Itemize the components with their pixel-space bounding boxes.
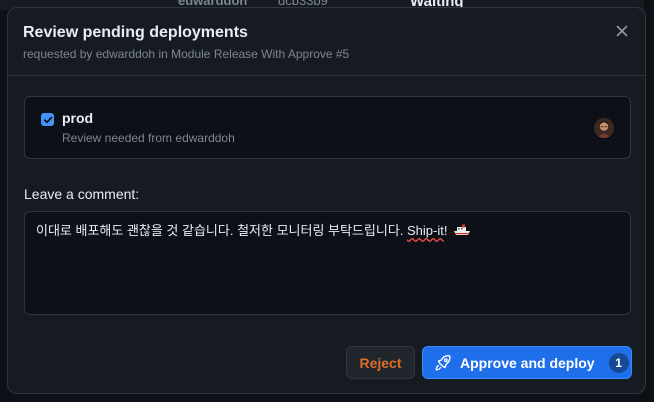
approve-and-deploy-button[interactable]: Approve and deploy 1 [422, 346, 632, 379]
ship-icon [453, 222, 471, 235]
comment-text-end: ! [443, 223, 452, 238]
dialog-header: Review pending deployments requested by … [8, 8, 645, 76]
comment-label: Leave a comment: [24, 186, 140, 202]
environment-card: prod Review needed from edwarddoh [24, 96, 631, 159]
approve-label: Approve and deploy [460, 354, 595, 371]
close-icon [616, 25, 628, 37]
comment-text-misspelled: Ship-it [407, 223, 444, 238]
comment-text-main: 이대로 배포해도 괜찮을 것 같습니다. 철저한 모니터링 부탁드립니다. [36, 223, 407, 238]
avatar [594, 118, 614, 138]
workflow-name: Module Release With Approve #5 [171, 47, 350, 61]
rocket-icon [434, 354, 452, 372]
review-deployments-dialog: Review pending deployments requested by … [7, 7, 646, 394]
close-button[interactable] [613, 22, 631, 40]
environment-name: prod [62, 110, 94, 126]
reject-button[interactable]: Reject [346, 346, 415, 379]
subtitle-mid: in [155, 47, 172, 61]
approve-count-badge: 1 [608, 352, 629, 373]
dialog-title: Review pending deployments [23, 24, 248, 41]
environment-review-text: Review needed from edwarddoh [62, 131, 235, 145]
dialog-subtitle: requested by edwarddoh in Module Release… [23, 46, 630, 62]
environment-checkbox[interactable] [41, 113, 54, 126]
comment-textarea[interactable]: 이대로 배포해도 괜찮을 것 같습니다. 철저한 모니터링 부탁드립니다. Sh… [24, 211, 631, 315]
subtitle-prefix: requested by [23, 47, 96, 61]
check-icon [43, 116, 52, 123]
requester-name: edwarddoh [95, 47, 156, 61]
